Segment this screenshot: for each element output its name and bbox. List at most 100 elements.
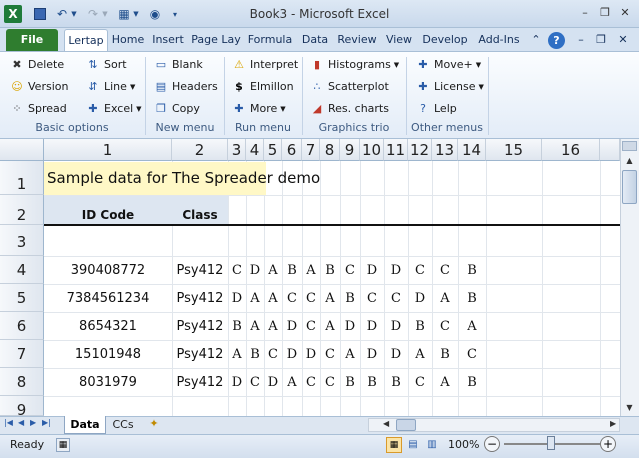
cell-class[interactable]: Psy412 bbox=[172, 263, 228, 278]
cell-id-code[interactable]: 8654321 bbox=[44, 319, 172, 334]
tab-home[interactable]: Home bbox=[108, 29, 148, 51]
zoom-slider-thumb[interactable] bbox=[547, 436, 555, 450]
column-header[interactable]: 4 bbox=[246, 139, 264, 161]
cell-answer[interactable]: C bbox=[384, 291, 408, 306]
scroll-up-arrow-icon[interactable]: ▲ bbox=[622, 153, 637, 168]
restore-button[interactable]: ❐ bbox=[596, 6, 614, 20]
sheet-tab-ccs[interactable]: CCs bbox=[106, 417, 140, 433]
workbook-minimize-icon[interactable]: – bbox=[574, 29, 588, 51]
sheet-tab-data[interactable]: Data bbox=[64, 416, 106, 434]
column-header[interactable]: 16 bbox=[542, 139, 600, 161]
cell-answer[interactable]: D bbox=[360, 263, 384, 278]
scroll-right-arrow-icon[interactable]: ▶ bbox=[610, 419, 616, 428]
res-charts-button[interactable]: ◢ Res. charts bbox=[310, 99, 389, 119]
cell-answer[interactable]: A bbox=[246, 319, 264, 334]
blank-button[interactable]: ▭ Blank bbox=[154, 55, 203, 75]
version-button[interactable]: ☺ Version bbox=[10, 77, 68, 97]
cell-answer[interactable]: C bbox=[360, 291, 384, 306]
headers-button[interactable]: ▤ Headers bbox=[154, 77, 218, 97]
cell-answer[interactable]: A bbox=[320, 319, 340, 334]
column-header[interactable] bbox=[600, 139, 620, 161]
column-header[interactable]: 12 bbox=[408, 139, 432, 161]
cell-answer[interactable]: D bbox=[360, 319, 384, 334]
histograms-button[interactable]: ▮ Histograms ▼ bbox=[310, 55, 399, 75]
cell-answer[interactable]: B bbox=[228, 319, 246, 334]
minimize-button[interactable]: – bbox=[576, 6, 594, 20]
tab-developer[interactable]: Develop bbox=[418, 29, 472, 51]
cell-answer[interactable]: D bbox=[384, 263, 408, 278]
cell-id-code[interactable]: 8031979 bbox=[44, 375, 172, 390]
tab-view[interactable]: View bbox=[382, 29, 416, 51]
sort-button[interactable]: ⇅ Sort bbox=[86, 55, 126, 75]
line-button[interactable]: ⇵ Line ▼ bbox=[86, 77, 135, 97]
cell-answer[interactable]: B bbox=[432, 347, 458, 362]
cell-answer[interactable]: D bbox=[340, 319, 360, 334]
cell-answer[interactable]: D bbox=[384, 347, 408, 362]
cell-answer[interactable]: B bbox=[408, 319, 432, 334]
cell-answer[interactable]: D bbox=[302, 347, 320, 362]
cell-answer[interactable]: C bbox=[432, 263, 458, 278]
row-header[interactable]: 8 bbox=[0, 368, 44, 396]
cell-answer[interactable]: B bbox=[282, 263, 302, 278]
cell-id-code[interactable]: 15101948 bbox=[44, 347, 172, 362]
column-header[interactable]: 9 bbox=[340, 139, 360, 161]
cell-answer[interactable]: A bbox=[282, 375, 302, 390]
vertical-scroll-thumb[interactable] bbox=[622, 170, 637, 204]
macro-record-icon[interactable]: ▦ bbox=[56, 438, 70, 452]
cell-answer[interactable]: C bbox=[302, 375, 320, 390]
split-box[interactable] bbox=[622, 141, 637, 151]
cell-answer[interactable]: A bbox=[264, 291, 282, 306]
tab-lertap[interactable]: Lertap bbox=[64, 29, 108, 51]
cell-answer[interactable]: A bbox=[264, 319, 282, 334]
new-sheet-icon[interactable]: ✦ bbox=[142, 417, 166, 433]
interpret-button[interactable]: ⚠ Interpret bbox=[232, 55, 298, 75]
cell-answer[interactable]: B bbox=[320, 263, 340, 278]
next-sheet-icon[interactable]: ▶ bbox=[30, 418, 36, 427]
move-button[interactable]: ✚ Move+ ▼ bbox=[416, 55, 481, 75]
prev-sheet-icon[interactable]: ◀ bbox=[18, 418, 24, 427]
cell-answer[interactable]: A bbox=[246, 291, 264, 306]
cell-answer[interactable]: C bbox=[408, 375, 432, 390]
column-header[interactable]: 1 bbox=[44, 139, 172, 161]
cell-answer[interactable]: A bbox=[320, 291, 340, 306]
tab-add-ins[interactable]: Add-Ins bbox=[472, 29, 526, 51]
lelp-button[interactable]: ? Lelp bbox=[416, 99, 457, 119]
row-header[interactable]: 7 bbox=[0, 340, 44, 368]
workbook-restore-icon[interactable]: ❐ bbox=[594, 29, 608, 51]
zoom-out-icon[interactable]: − bbox=[484, 436, 500, 452]
page-layout-view-icon[interactable]: ▤ bbox=[405, 437, 421, 453]
tab-page-layout[interactable]: Page Lay bbox=[190, 29, 242, 51]
row-header[interactable]: 3 bbox=[0, 225, 44, 256]
workbook-close-icon[interactable]: ✕ bbox=[616, 29, 630, 51]
spread-button[interactable]: ⁘ Spread bbox=[10, 99, 66, 119]
cell-answer[interactable]: C bbox=[228, 263, 246, 278]
cell-answer[interactable]: A bbox=[408, 347, 432, 362]
tab-review[interactable]: Review bbox=[334, 29, 380, 51]
cell-answer[interactable]: C bbox=[302, 319, 320, 334]
cell-answer[interactable]: A bbox=[458, 319, 486, 334]
column-header[interactable]: 13 bbox=[432, 139, 458, 161]
cell-answer[interactable]: D bbox=[282, 319, 302, 334]
help-icon[interactable]: ? bbox=[548, 32, 565, 49]
delete-button[interactable]: ✖ Delete bbox=[10, 55, 64, 75]
header-id-code[interactable]: ID Code bbox=[44, 208, 172, 222]
cell-answer[interactable]: D bbox=[264, 375, 282, 390]
cell-answer[interactable]: C bbox=[408, 263, 432, 278]
normal-view-icon[interactable]: ▦ bbox=[386, 437, 402, 453]
cell-answer[interactable]: A bbox=[432, 291, 458, 306]
cell-answer[interactable]: B bbox=[340, 291, 360, 306]
cell-answer[interactable]: B bbox=[458, 291, 486, 306]
last-sheet-icon[interactable]: ▶| bbox=[42, 418, 51, 427]
scatterplot-button[interactable]: ∴ Scatterplot bbox=[310, 77, 389, 97]
select-all-corner[interactable] bbox=[0, 139, 44, 161]
row-header[interactable]: 4 bbox=[0, 256, 44, 284]
cell-answer[interactable]: C bbox=[432, 319, 458, 334]
header-class[interactable]: Class bbox=[172, 208, 228, 222]
cell-answer[interactable]: D bbox=[228, 291, 246, 306]
excel-button[interactable]: ✚ Excel ▼ bbox=[86, 99, 141, 119]
column-header[interactable]: 7 bbox=[302, 139, 320, 161]
cell-answer[interactable]: D bbox=[228, 375, 246, 390]
cell-answer[interactable]: A bbox=[302, 263, 320, 278]
row-header[interactable]: 2 bbox=[0, 195, 44, 225]
column-header[interactable]: 8 bbox=[320, 139, 340, 161]
